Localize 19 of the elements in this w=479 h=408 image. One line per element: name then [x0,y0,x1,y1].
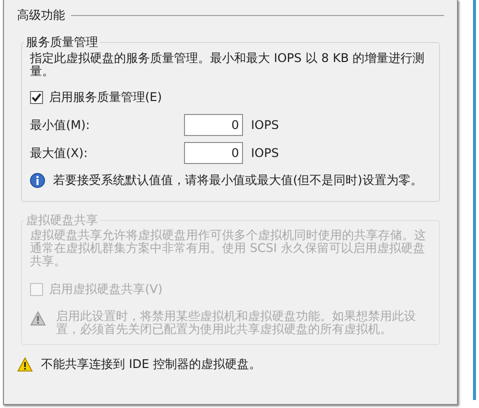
warning-text: 启用此设置时，将禁用某些虚拟机和虚拟硬盘功能。如果想禁用此设置，必须首先关闭已配置为使用此共享虚拟硬盘的所有虚拟机。 [56,310,417,336]
field-label: 最小值(M): [30,117,91,134]
description-text: 指定此虚拟硬盘的服务质量管理。最小和最大 IOPS 以 8 KB 的增量进行测量。 [30,52,426,78]
description-text: 虚拟硬盘共享允许将虚拟硬盘用作可供多个虚拟机同时使用的共享存储。这通常在虚拟机群集方案中非常有用。使用 SCSI 永久保留可以启用虚拟硬盘共享。 [30,229,427,268]
unit-label: IOPS [251,117,279,134]
warning-text: 不能共享连接到 IDE 控制器的虚拟硬盘。 [41,356,261,373]
info-icon [30,172,45,188]
warning-icon [17,356,33,372]
unit-label: IOPS [251,145,279,162]
group-title: 虚拟硬盘共享 [24,211,100,229]
section-title: 高级功能 [17,7,65,24]
number-field[interactable]: 0 [184,142,243,164]
checkbox[interactable] [30,90,43,104]
warning-icon [30,311,46,326]
info-text: 若要接受系统默认值值，请将最小值或最大值(但不是同时)设置为零。 [53,172,422,189]
checkbox-label[interactable]: 启用服务质量管理(E) [49,88,162,106]
number-field[interactable]: 0 [184,114,243,136]
group-title: 服务质量管理 [24,33,100,51]
field-label: 最大值(X): [30,145,89,162]
